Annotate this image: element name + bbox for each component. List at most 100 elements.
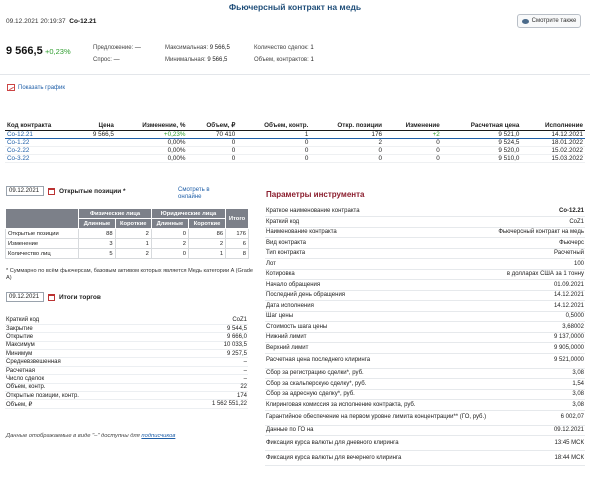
params-row: Наименование контракта Фьючерсный контрак… [265,227,585,238]
params-row: Нижний лимит 9 137,0000 [265,332,585,343]
positions-title: Открытые позиции * [59,187,126,195]
params-row: Начало обращения 01.09.2021 [265,279,585,291]
contract-cell: 0 [384,138,442,147]
totals-label: Минимум [5,349,168,359]
totals-value: 22 [167,383,248,393]
show-chart-link[interactable]: Показать график [7,84,65,91]
watch-also-button[interactable]: Смотрите также [517,14,581,28]
contract-row[interactable]: Co-3.22 0,00% 0 0 0 0 9 510,0 15.03.2022 [5,154,585,163]
contract-cell [78,138,116,147]
contract-cell: 9 510,0 [441,154,522,163]
watch-online-link[interactable]: Смотреть в онлайне [178,187,228,201]
params-row: Краткое наименование контракта Co-12.21 [265,206,585,217]
calendar-icon[interactable] [48,187,55,195]
contracts-col-header: Объем, ₽ [187,121,238,131]
positions-row: Изменение 3 1 2 2 6 [4,238,249,249]
totals-date-input[interactable]: 09.12.2021 [6,292,44,302]
contract-code-link[interactable]: Co-3.22 [5,154,79,163]
contract-cell: 0 [310,154,385,163]
contract-cell: 9 521,0 [441,130,522,139]
contract-cell [78,154,116,163]
show-chart-label: Показать график [18,84,65,91]
params-row: Тип контракта Расчетный [265,248,585,259]
totals-label: Максимум [5,341,168,351]
last-price: 9 566,5 [6,45,43,57]
contract-cell: +0,23% [115,130,188,139]
contract-cell [78,146,116,155]
params-row: Верхний лимит 9 905,0000 [265,342,585,354]
positions-cell: 1 [114,238,152,249]
ticker-code: Co-12.21 [69,18,97,25]
total-header: Итого [225,208,249,229]
params-row: Фиксация курса валюты для дневного клири… [265,435,585,451]
param-label: Фиксация курса валюты для вечернего клир… [265,450,495,466]
param-label: Сбор за скальперскую сделку*, руб. [265,378,495,390]
phys-group-header: Физические лица [78,208,152,219]
params-row: Расчетная цена последнего клиринга 9 521,… [265,353,585,369]
params-row: Стоимость шага цены 3,68002 [265,321,585,333]
positions-cell: 3 [78,238,116,249]
totals-row: Максимум 10 033,5 [5,341,248,351]
contracts-col-header: Код контракта [5,121,79,131]
params-row: Фиксация курса валюты для вечернего клир… [265,450,585,466]
jur-group-header: Юридические лица [150,208,227,219]
contract-cell: 15.03.2022 [521,154,585,163]
positions-cell: 176 [225,228,249,239]
calendar-icon[interactable] [48,293,55,301]
totals-value: 9 257,5 [167,349,248,359]
params-title: Параметры инструмента [266,190,365,199]
totals-row: Объем, ₽1 562 551,22 [5,399,248,409]
totals-row: Объем, контр. 22 [5,383,248,393]
contracts-col-header: Изменение [384,121,442,131]
param-label: Наименование контракта [265,227,495,238]
contracts-col-header: Расчетная цена [441,121,522,131]
subscribers-link[interactable]: подписчиков [141,433,175,439]
offer-quote: Предложение: — [93,45,141,51]
quote-timestamp: 09.12.2021 20:19:37 Co-12.21 [6,18,96,25]
contract-cell: 9 520,0 [441,146,522,155]
positions-date-input[interactable]: 09.12.2021 [6,186,44,196]
positions-header: 09.12.2021 Открытые позиции * [6,186,126,196]
totals-row: Средневзвешенная – [5,357,248,367]
contract-row[interactable]: Co-2.22 0,00% 0 0 0 0 9 520,0 15.02.2022 [5,146,585,155]
param-value: 3,68002 [494,321,585,333]
param-value: CoZ1 [494,216,585,228]
contract-row[interactable]: Co-12.21 9 566,5 +0,23% 70 410 1 176 +2 9 521,0… [5,130,585,139]
params-row: Дата исполнения 14.12.2021 [265,300,585,312]
contract-cell: 0 [237,138,311,147]
contracts-table: Код контракта Цена Изменение, % Объем, ₽ Объ… [5,121,585,163]
params-row: Последний день обращения 14.12.2021 [265,290,585,301]
totals-label: Расчетная [5,366,168,376]
param-value: 9 137,0000 [494,332,585,343]
param-label: Верхний лимит [265,342,495,354]
param-value: 0,5000 [494,311,585,322]
totals-value: 1 562 551,22 [167,399,248,409]
param-label: Шаг цены [265,311,495,322]
totals-row: Число сделок – [5,374,248,384]
contracts-col-header: Изменение, % [115,121,188,131]
totals-label: Закрытие [5,324,168,334]
params-row: Котировка в долларах США за 1 тонну [265,269,585,280]
contract-row[interactable]: Co-1.22 0,00% 0 0 2 0 9 524,5 18.01.2022 [5,138,585,147]
contract-code-link[interactable]: Co-1.22 [5,138,79,147]
contract-cell: 0,00% [115,138,188,147]
contract-code-link[interactable]: Co-2.22 [5,146,79,155]
param-value: 3,08 [494,399,585,411]
positions-cell: 2 [114,248,152,259]
totals-label: Объем, контр. [5,383,168,393]
param-value: Co-12.21 [494,206,585,217]
param-value: Фьючерсный контракт на медь [494,227,585,238]
param-value: 9 905,0000 [494,342,585,354]
params-row: Гарантийное обеспечение на первом уровне… [265,410,585,426]
totals-value: 10 033,5 [167,341,248,351]
params-row: Данные по ГО на 09.12.2021 [265,425,585,436]
positions-row-label: Открытые позиции [4,228,80,239]
param-label: Нижний лимит [265,332,495,343]
param-value: 01.09.2021 [494,279,585,291]
param-label: Расчетная цена последнего клиринга [265,353,495,369]
totals-value: 9 544,5 [167,324,248,334]
contract-cell: 2 [310,138,385,147]
price-change: +0,23% [45,47,71,56]
subscribers-note: Данные отображаемые в виде "–" доступны … [6,433,176,439]
contract-code-link[interactable]: Co-12.21 [5,130,79,139]
